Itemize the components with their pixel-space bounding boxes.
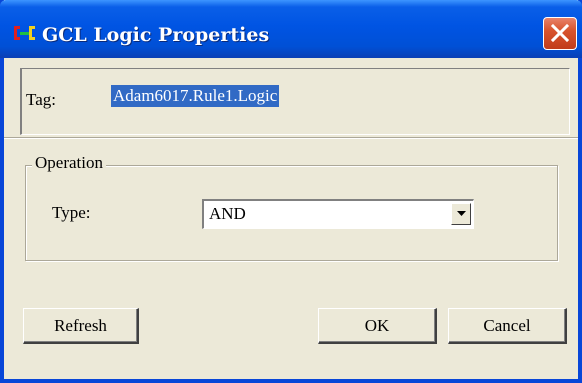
ok-button[interactable]: OK — [318, 308, 437, 344]
window-title: GCL Logic Properties — [42, 24, 270, 46]
cancel-button[interactable]: Cancel — [448, 308, 567, 344]
section-divider — [4, 137, 578, 139]
dropdown-button[interactable] — [451, 203, 471, 225]
operation-group-label: Operation — [32, 153, 106, 173]
tag-panel — [20, 68, 570, 135]
tag-label: Tag: — [26, 90, 56, 109]
close-button[interactable] — [543, 17, 577, 50]
title-bar[interactable]: GCL Logic Properties — [0, 0, 582, 58]
type-label: Type: — [52, 203, 91, 222]
refresh-button[interactable]: Refresh — [23, 308, 139, 344]
type-select[interactable]: AND — [202, 199, 474, 229]
gcl-logic-icon — [14, 25, 36, 41]
type-selected-value: AND — [209, 204, 246, 223]
tag-value[interactable]: Adam6017.Rule1.Logic — [111, 85, 280, 107]
